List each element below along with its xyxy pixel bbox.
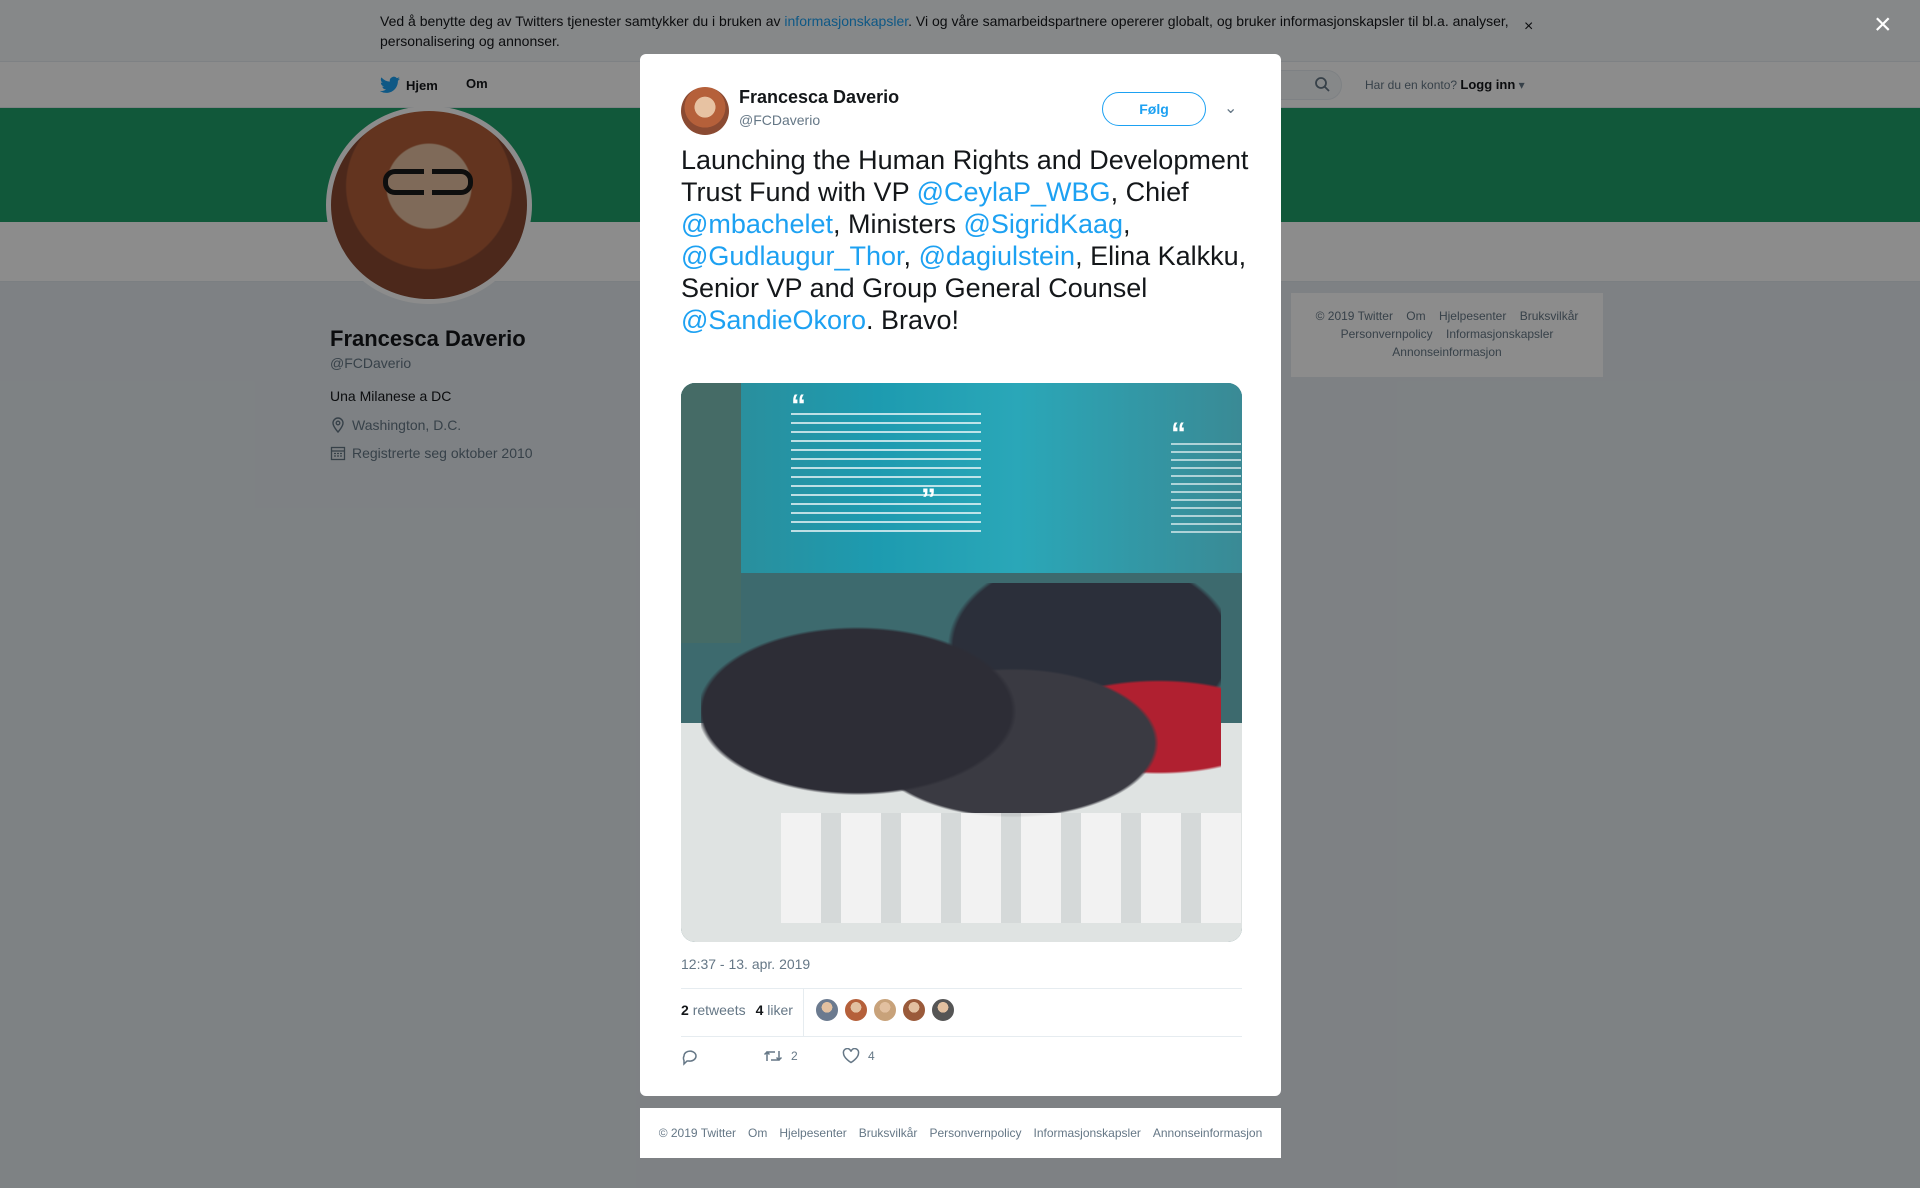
like-button[interactable]: 4 (842, 1048, 875, 1064)
mention-link[interactable]: @SandieOkoro (681, 305, 866, 335)
chevron-down-icon[interactable]: ⌄ (1224, 98, 1237, 118)
likers-avatars (815, 998, 955, 1022)
photo-wall-text (1171, 443, 1241, 533)
quote-mark-icon: “ (1171, 417, 1186, 450)
mention-link[interactable]: @dagiulstein (919, 241, 1076, 271)
tweet-timestamp[interactable]: 12:37 - 13. apr. 2019 (681, 956, 810, 972)
mention-link[interactable]: @mbachelet (681, 209, 833, 239)
retweet-icon (763, 1050, 783, 1062)
tweet-text-segment: , Chief (1110, 177, 1189, 207)
likes-stat[interactable]: 4 liker (756, 1002, 793, 1018)
tweet-photo[interactable]: “ ” “ (681, 383, 1242, 942)
tweet-author-avatar[interactable] (681, 87, 729, 135)
modal-footer: © 2019 Twitter Om Hjelpesenter Bruksvilk… (640, 1108, 1281, 1158)
tweet-author-name[interactable]: Francesca Daverio (739, 87, 899, 108)
like-count: 4 (868, 1049, 875, 1063)
photo-chairs (781, 813, 1241, 923)
reply-icon (682, 1050, 697, 1066)
divider (681, 1036, 1242, 1037)
divider (803, 988, 804, 1036)
follow-button[interactable]: Følg (1102, 92, 1206, 126)
footer-copyright: © 2019 Twitter (658, 1126, 737, 1140)
liker-avatar[interactable] (873, 998, 897, 1022)
close-icon[interactable]: × (1874, 10, 1892, 40)
tweet-stats: 2 retweets 4 liker (681, 1002, 793, 1018)
tweet-modal: Francesca Daverio @FCDaverio Følg ⌄ Laun… (640, 54, 1281, 1096)
footer-about[interactable]: Om (748, 1126, 767, 1140)
retweets-stat[interactable]: 2 retweets (681, 1002, 746, 1018)
photo-wall-text (791, 413, 981, 533)
retweet-button[interactable]: 2 (763, 1048, 798, 1064)
footer-help[interactable]: Hjelpesenter (779, 1126, 846, 1140)
footer-terms[interactable]: Bruksvilkår (859, 1126, 918, 1140)
likes-count: 4 (755, 1002, 764, 1018)
mention-link[interactable]: @CeylaP_WBG (917, 177, 1111, 207)
footer-privacy[interactable]: Personvernpolicy (929, 1126, 1021, 1140)
reply-button[interactable] (681, 1048, 699, 1066)
likes-label: liker (767, 1002, 793, 1018)
liker-avatar[interactable] (902, 998, 926, 1022)
liker-avatar[interactable] (815, 998, 839, 1022)
retweet-count: 2 (791, 1049, 798, 1063)
retweets-label: retweets (692, 1002, 746, 1018)
tweet-text-segment: , (903, 241, 919, 271)
mention-link[interactable]: @Gudlaugur_Thor (681, 241, 904, 271)
tweet-author-handle[interactable]: @FCDaverio (739, 112, 820, 128)
tweet-text-segment: , Ministers (832, 209, 964, 239)
footer-ads-info[interactable]: Annonseinformasjon (1153, 1126, 1262, 1140)
tweet-text: Launching the Human Rights and Developme… (681, 144, 1251, 336)
quote-mark-icon: “ (791, 389, 806, 422)
quote-mark-icon: ” (921, 483, 936, 516)
tweet-text-segment: . Bravo! (866, 305, 960, 335)
heart-icon (842, 1048, 860, 1064)
mention-link[interactable]: @SigridKaag (964, 209, 1124, 239)
divider (681, 988, 1242, 989)
retweets-count: 2 (681, 1002, 689, 1018)
liker-avatar[interactable] (931, 998, 955, 1022)
footer-cookies[interactable]: Informasjonskapsler (1033, 1126, 1140, 1140)
tweet-text-segment: , (1123, 209, 1131, 239)
liker-avatar[interactable] (844, 998, 868, 1022)
